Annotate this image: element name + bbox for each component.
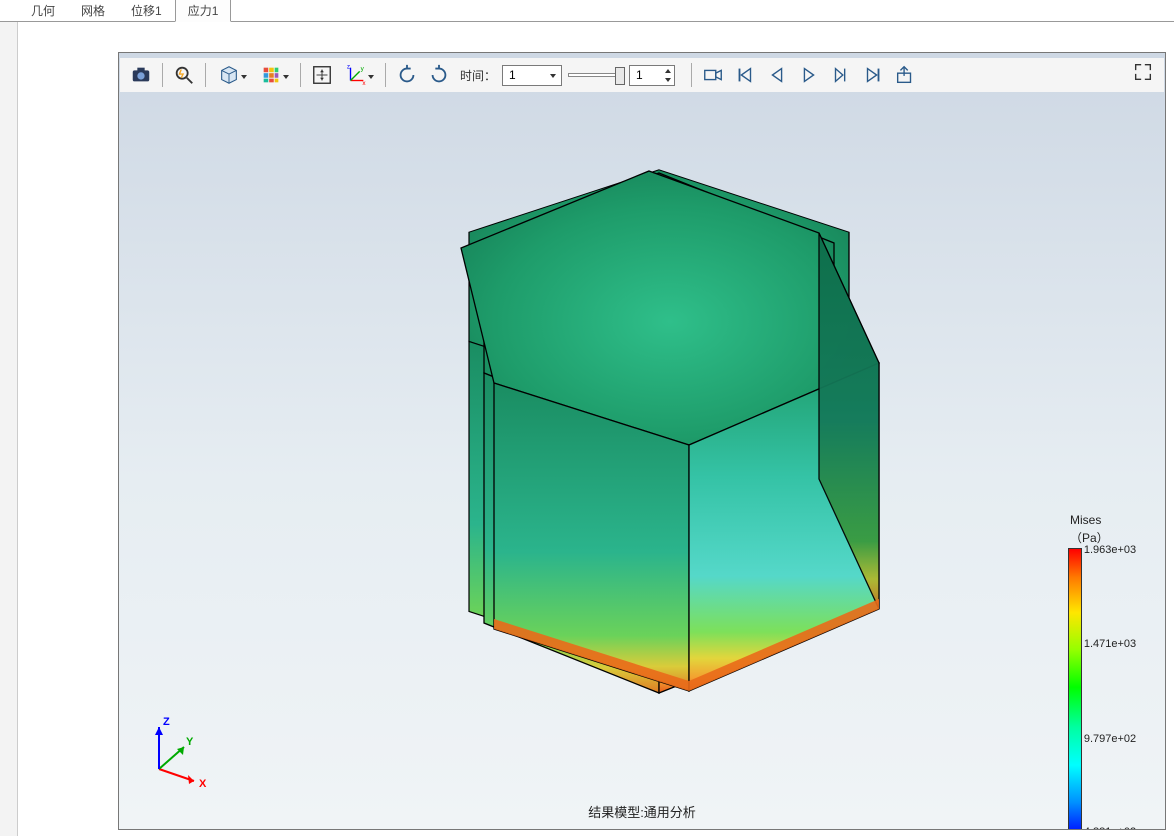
result-viewport: X Y Z Mises （Pa） 1.963e+03 1.471e+03 9.7… <box>18 22 1174 836</box>
left-dock-strip <box>0 22 18 836</box>
legend-tick-0: 1.963e+03 <box>1084 544 1136 556</box>
svg-text:z: z <box>347 64 350 71</box>
export-animation-button[interactable] <box>890 61 920 89</box>
model-caption: 结果模型:通用分析 <box>588 802 696 821</box>
maximize-view-button[interactable] <box>1128 58 1158 86</box>
cube-wire-icon <box>218 64 240 86</box>
svg-text:Z: Z <box>163 716 170 728</box>
time-label: 时间： <box>460 67 496 84</box>
export-icon <box>894 64 916 86</box>
tab-stress[interactable]: 应力1 <box>175 0 232 22</box>
graphics-canvas[interactable]: X Y Z Mises （Pa） 1.963e+03 1.471e+03 9.7… <box>118 52 1166 830</box>
legend-title-1: Mises <box>1068 513 1153 527</box>
colormap-dropdown[interactable] <box>254 61 294 89</box>
step-forward-icon <box>830 64 852 86</box>
legend-tick-labels: 1.963e+03 1.471e+03 9.797e+02 4.881e+02 <box>1084 548 1153 830</box>
axis-orientation-dropdown[interactable]: z y x <box>339 61 379 89</box>
play-left-icon <box>766 64 788 86</box>
expand-icon <box>1132 61 1154 83</box>
tab-geometry[interactable]: 几何 <box>18 0 68 21</box>
last-frame-button[interactable] <box>858 61 888 89</box>
legend-tick-2: 9.797e+02 <box>1084 733 1136 745</box>
rubik-icon <box>260 64 282 86</box>
step-forward-button[interactable] <box>826 61 856 89</box>
svg-text:X: X <box>199 778 207 789</box>
first-frame-button[interactable] <box>730 61 760 89</box>
legend-colorbar <box>1068 548 1082 830</box>
probe-button[interactable] <box>169 61 199 89</box>
record-button[interactable] <box>698 61 728 89</box>
result-toolbar: z y x 时间： 1 1 <box>120 58 1164 92</box>
play-back-button[interactable] <box>762 61 792 89</box>
time-slider[interactable] <box>568 73 623 77</box>
xyz-axes-icon: z y x <box>345 64 367 86</box>
camcorder-icon <box>702 64 724 86</box>
svg-text:y: y <box>361 65 365 72</box>
view-tabs: 几何 网格 位移1 应力1 <box>0 0 1174 22</box>
display-style-dropdown[interactable] <box>212 61 252 89</box>
fit-screen-icon <box>311 64 333 86</box>
legend-tick-3: 4.881e+02 <box>1084 826 1136 830</box>
axes-triad: X Y Z <box>139 709 219 789</box>
color-legend: Mises （Pa） 1.963e+03 1.471e+03 9.797e+02… <box>1068 513 1153 830</box>
rotate-ccw-icon <box>396 64 418 86</box>
svg-text:x: x <box>362 80 366 86</box>
play-right-icon <box>798 64 820 86</box>
time-combo[interactable]: 1 <box>502 65 562 86</box>
skip-last-icon <box>862 64 884 86</box>
screenshot-button[interactable] <box>126 61 156 89</box>
rotate-cw-button[interactable] <box>424 61 454 89</box>
play-forward-button[interactable] <box>794 61 824 89</box>
skip-first-icon <box>734 64 756 86</box>
tab-mesh[interactable]: 网格 <box>68 0 118 21</box>
frame-spinner[interactable]: 1 <box>629 65 675 86</box>
svg-text:Y: Y <box>186 736 194 748</box>
camera-icon <box>130 64 152 86</box>
tab-displacement[interactable]: 位移1 <box>118 0 175 21</box>
rotate-ccw-button[interactable] <box>392 61 422 89</box>
magnifier-bolt-icon <box>173 64 195 86</box>
fit-view-button[interactable] <box>307 61 337 89</box>
legend-tick-1: 1.471e+03 <box>1084 638 1136 650</box>
model-hex-prism <box>379 163 939 723</box>
rotate-cw-icon <box>428 64 450 86</box>
